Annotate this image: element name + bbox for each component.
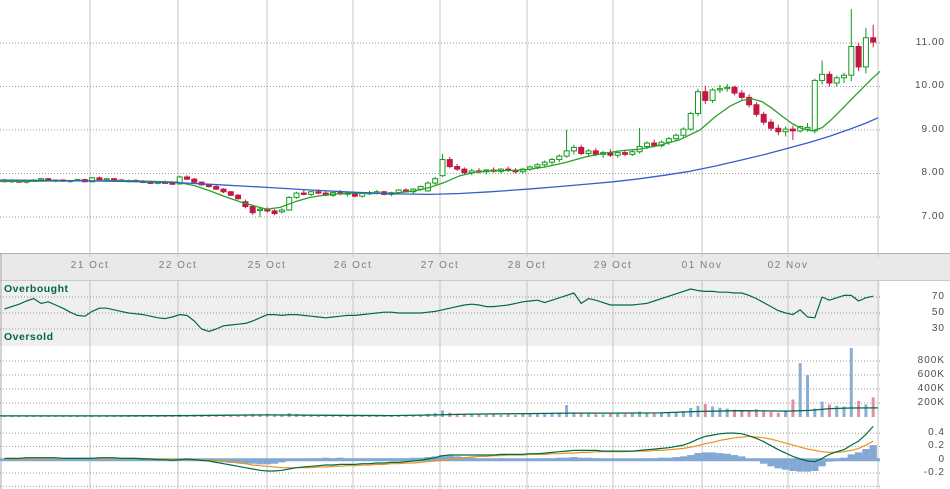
date-label-01nov: 01 Nov [681, 260, 723, 271]
macd-tick-0: 0 [938, 454, 945, 465]
price-tick-7: 7.00 [921, 211, 945, 222]
date-label-21oct: 21 Oct [70, 260, 110, 271]
date-label-25oct: 25 Oct [247, 260, 287, 271]
date-label-27oct: 27 Oct [420, 260, 460, 271]
volume-pane [0, 348, 879, 417]
overbought-label: Overbought [4, 283, 69, 295]
price-tick-9: 9.00 [921, 124, 945, 135]
volume-tick-800k: 800K [917, 355, 945, 366]
price-tick-10: 10.00 [914, 80, 945, 91]
macd-tick-neg02: -0.2 [923, 467, 945, 478]
volume-tick-200k: 200K [917, 397, 945, 408]
date-label-29oct: 29 Oct [593, 260, 633, 271]
rsi-tick-30: 30 [931, 323, 945, 334]
date-label-26oct: 26 Oct [333, 260, 373, 271]
stock-chart[interactable]: 11.00 10.00 9.00 8.00 7.00 21 Oct 22 Oct… [0, 0, 950, 489]
date-label-28oct: 28 Oct [507, 260, 547, 271]
rsi-tick-70: 70 [931, 291, 945, 302]
rsi-tick-50: 50 [931, 307, 945, 318]
volume-tick-400k: 400K [917, 383, 945, 394]
price-tick-8: 8.00 [921, 167, 945, 178]
oversold-label: Oversold [4, 331, 54, 343]
price-tick-11: 11.00 [915, 37, 945, 48]
chart-canvas[interactable] [0, 0, 950, 489]
macd-tick-02: 0.2 [928, 440, 945, 451]
macd-tick-04: 0.4 [928, 427, 945, 438]
volume-tick-600k: 600K [917, 369, 945, 380]
date-label-02nov: 02 Nov [767, 260, 809, 271]
date-label-22oct: 22 Oct [158, 260, 198, 271]
